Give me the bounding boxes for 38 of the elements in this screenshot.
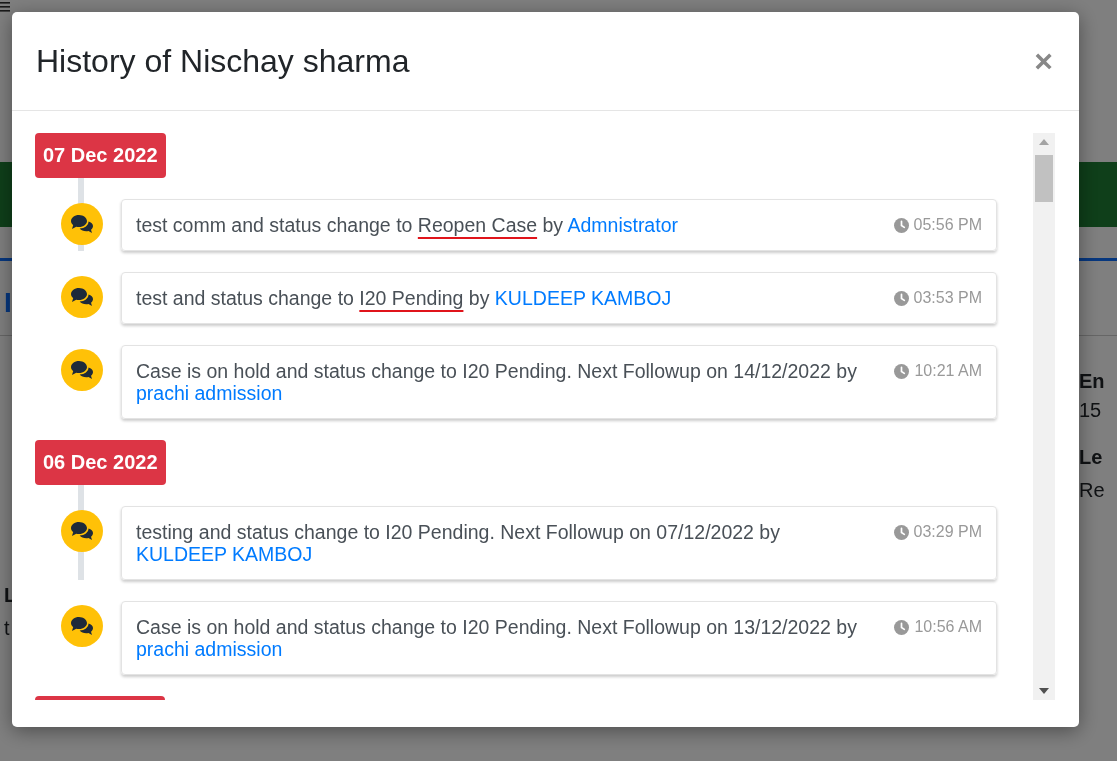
clock-icon bbox=[894, 619, 910, 635]
time-text: 05:56 PM bbox=[913, 215, 982, 235]
page-text: Re bbox=[1079, 479, 1105, 501]
menu-icon[interactable] bbox=[0, 2, 10, 12]
date-badge: 07 Dec 2022 bbox=[35, 133, 166, 178]
history-message: Case is on hold and status change to I20 Pending. Next Followup on 13/12/2022 by prachi admission bbox=[136, 616, 858, 660]
comments-icon bbox=[61, 276, 103, 318]
history-message: testing and status change to I20 Pending. Next Followup on 07/12/2022 by KULDEEP KAMBOJ bbox=[136, 521, 781, 565]
user-link[interactable]: KULDEEP KAMBOJ bbox=[136, 543, 313, 565]
date-badge: 06 Dec 2022 bbox=[35, 440, 166, 485]
page-text: I bbox=[4, 287, 12, 318]
page-text: t bbox=[4, 617, 10, 639]
time-text: 10:56 AM bbox=[914, 617, 982, 637]
clock-icon bbox=[893, 524, 909, 540]
scrollbar-thumb[interactable] bbox=[1035, 155, 1053, 202]
user-link[interactable]: prachi admission bbox=[136, 638, 283, 660]
page-text: En bbox=[1079, 370, 1105, 392]
user-link[interactable]: prachi admission bbox=[136, 382, 283, 404]
modal-title: History of Nischay sharma bbox=[36, 41, 410, 81]
comments-icon bbox=[61, 203, 103, 245]
user-link[interactable]: KULDEEP KAMBOJ bbox=[494, 287, 672, 309]
close-button[interactable]: × bbox=[1030, 45, 1057, 77]
history-message: test comm and status change to Reopen Case by Admnistrator bbox=[136, 214, 679, 236]
comments-icon bbox=[61, 349, 103, 391]
page-text: 15 bbox=[1079, 399, 1102, 421]
history-message: Case is on hold and status change to I20 Pending. Next Followup on 14/12/2022 by prachi admission bbox=[136, 360, 858, 404]
history-message: test and status change to I20 Pending by KULDEEP KAMBOJ bbox=[136, 287, 673, 309]
page-text: Le bbox=[1079, 446, 1103, 468]
clock-icon bbox=[893, 290, 909, 306]
user-link[interactable]: Admnistrator bbox=[567, 214, 678, 236]
comments-icon bbox=[61, 605, 103, 647]
clock-icon bbox=[894, 363, 910, 379]
clock-icon bbox=[893, 217, 909, 233]
scroll-down-icon[interactable] bbox=[1039, 688, 1049, 694]
time-text: 03:29 PM bbox=[913, 522, 982, 542]
time-text: 10:21 AM bbox=[914, 361, 982, 381]
time-text: 03:53 PM bbox=[913, 288, 982, 308]
comments-icon bbox=[61, 510, 103, 552]
